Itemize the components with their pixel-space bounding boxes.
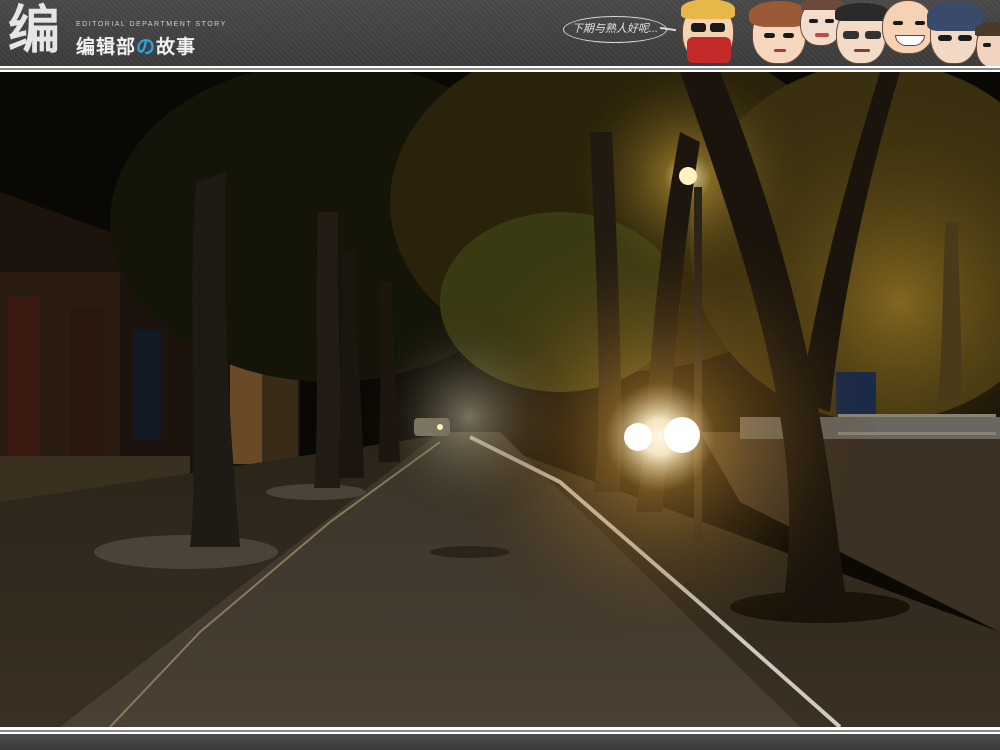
logo-subtitle: EDITORIAL DEPARTMENT STORY [76, 21, 227, 28]
logo-title: 编辑部の故事 [76, 32, 196, 59]
cartoon-characters-illustration [676, 0, 1000, 66]
logo-title-accent: の [136, 37, 157, 58]
cartoon-face-2-icon [749, 1, 809, 64]
logo-icon: 编 [8, 0, 60, 61]
footer-separator [0, 727, 1000, 734]
header-banner: 编 EDITORIAL DEPARTMENT STORY 编辑部の故事 下期与熟… [0, 0, 1000, 66]
photo-icon [0, 72, 1000, 727]
logo-title-part2: 故事 [156, 37, 197, 58]
cartoon-face-6-icon [927, 1, 983, 64]
cartoon-face-7-icon [975, 22, 1000, 66]
cartoon-face-5-icon [882, 0, 934, 54]
logo-title-part1: 编辑部 [76, 37, 137, 58]
speech-bubble: 下期与熟人好呢... [563, 16, 667, 43]
cartoon-face-1-icon [681, 0, 735, 63]
footer-bar [0, 734, 1000, 750]
cartoon-face-4-icon [835, 3, 889, 64]
night-street-photo [0, 72, 1000, 727]
